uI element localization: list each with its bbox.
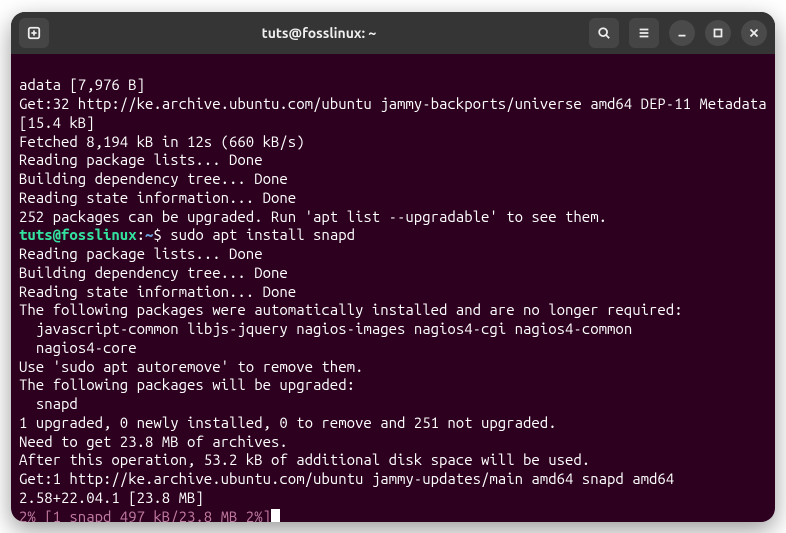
new-tab-icon: [27, 26, 41, 40]
window-title: tuts@fosslinux: ~: [55, 25, 583, 41]
output-line: snapd: [19, 395, 767, 414]
output-line: javascript-common libjs-jquery nagios-im…: [19, 320, 767, 339]
maximize-button[interactable]: [705, 20, 731, 46]
output-line: Reading package lists... Done: [19, 151, 767, 170]
command-text: sudo apt install snapd: [170, 226, 355, 243]
maximize-icon: [711, 26, 725, 40]
new-tab-button[interactable]: [19, 18, 49, 48]
minimize-icon: [675, 26, 689, 40]
output-line: adata [7,976 B]: [19, 76, 767, 95]
output-line: Get:32 http://ke.archive.ubuntu.com/ubun…: [19, 95, 767, 133]
output-line: Need to get 23.8 MB of archives.: [19, 433, 767, 452]
close-icon: [747, 26, 761, 40]
output-line: Use 'sudo apt autoremove' to remove them…: [19, 358, 767, 377]
close-button[interactable]: [741, 20, 767, 46]
terminal-window: tuts@fosslinux: ~ adata [7,976 B]Get:32 …: [11, 12, 775, 522]
output-line: The following packages were automaticall…: [19, 301, 767, 320]
prompt-line: tuts@fosslinux:~$ sudo apt install snapd: [19, 226, 767, 245]
output-line: Reading state information... Done: [19, 189, 767, 208]
minimize-button[interactable]: [669, 20, 695, 46]
prompt-user-host: tuts@fosslinux: [19, 226, 137, 243]
output-line: The following packages will be upgraded:: [19, 376, 767, 395]
output-line: Building dependency tree... Done: [19, 264, 767, 283]
output-line: Get:1 http://ke.archive.ubuntu.com/ubunt…: [19, 470, 767, 508]
terminal-content[interactable]: adata [7,976 B]Get:32 http://ke.archive.…: [11, 54, 775, 522]
output-line: Reading state information... Done: [19, 283, 767, 302]
output-line: nagios4-core: [19, 339, 767, 358]
cursor: [271, 509, 280, 522]
search-icon: [597, 26, 611, 40]
output-line: Building dependency tree... Done: [19, 170, 767, 189]
download-progress: 2% [1 snapd 497 kB/23.8 MB 2%]: [19, 508, 271, 522]
titlebar-right: [589, 18, 767, 48]
hamburger-icon: [637, 26, 651, 40]
search-button[interactable]: [589, 18, 619, 48]
output-line: 1 upgraded, 0 newly installed, 0 to remo…: [19, 414, 767, 433]
prompt-separator: :: [137, 226, 145, 243]
output-line: 252 packages can be upgraded. Run 'apt l…: [19, 208, 767, 227]
titlebar: tuts@fosslinux: ~: [11, 12, 775, 54]
output-line: Reading package lists... Done: [19, 245, 767, 264]
output-line: After this operation, 53.2 kB of additio…: [19, 451, 767, 470]
output-line: Fetched 8,194 kB in 12s (660 kB/s): [19, 133, 767, 152]
menu-button[interactable]: [629, 18, 659, 48]
prompt-dollar: $: [153, 226, 170, 243]
progress-line: 2% [1 snapd 497 kB/23.8 MB 2%]: [19, 508, 767, 522]
